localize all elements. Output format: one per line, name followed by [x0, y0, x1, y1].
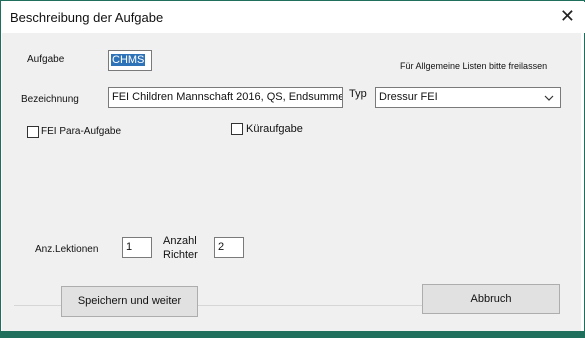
typ-value: Dressur FEI: [379, 91, 438, 103]
typ-label: Typ: [349, 88, 367, 100]
bezeichnung-label: Bezeichnung: [21, 94, 79, 105]
kuer-label: Küraufgabe: [246, 123, 303, 135]
chevron-down-icon[interactable]: [544, 91, 554, 107]
lektionen-label: Anz.Lektionen: [35, 244, 99, 255]
richter-label-line2: Richter: [163, 249, 198, 261]
richter-value: 2: [218, 241, 225, 253]
lektionen-value: 1: [126, 241, 133, 253]
dialog-window: Beschreibung der Aufgabe ✕ Aufgabe CHMS …: [0, 0, 585, 338]
richter-input[interactable]: 2: [214, 237, 244, 258]
fei-para-checkbox[interactable]: [27, 126, 39, 138]
window-border: [0, 331, 585, 338]
bezeichnung-input[interactable]: FEI Children Mannschaft 2016, QS, Endsum…: [108, 87, 343, 108]
dialog-body: Aufgabe CHMS Für Allgemeine Listen bitte…: [2, 33, 581, 332]
typ-select[interactable]: Dressur FEI: [375, 87, 561, 108]
title-bar: Beschreibung der Aufgabe ✕: [2, 2, 585, 33]
save-button[interactable]: Speichern und weiter: [61, 286, 198, 317]
aufgabe-value: CHMS: [111, 54, 146, 66]
bezeichnung-value: FEI Children Mannschaft 2016, QS, Endsum…: [112, 91, 343, 103]
close-icon[interactable]: ✕: [560, 6, 575, 26]
hint-text: Für Allgemeine Listen bitte freilassen: [400, 61, 548, 71]
cancel-button[interactable]: Abbruch: [422, 284, 560, 314]
fei-para-label: FEI Para-Aufgabe: [41, 126, 122, 137]
window-title: Beschreibung der Aufgabe: [10, 10, 164, 25]
aufgabe-input[interactable]: CHMS: [108, 50, 152, 71]
aufgabe-label: Aufgabe: [27, 54, 65, 65]
lektionen-input[interactable]: 1: [122, 237, 152, 258]
richter-label-line1: Anzahl: [163, 235, 197, 247]
kuer-checkbox[interactable]: [231, 123, 243, 135]
